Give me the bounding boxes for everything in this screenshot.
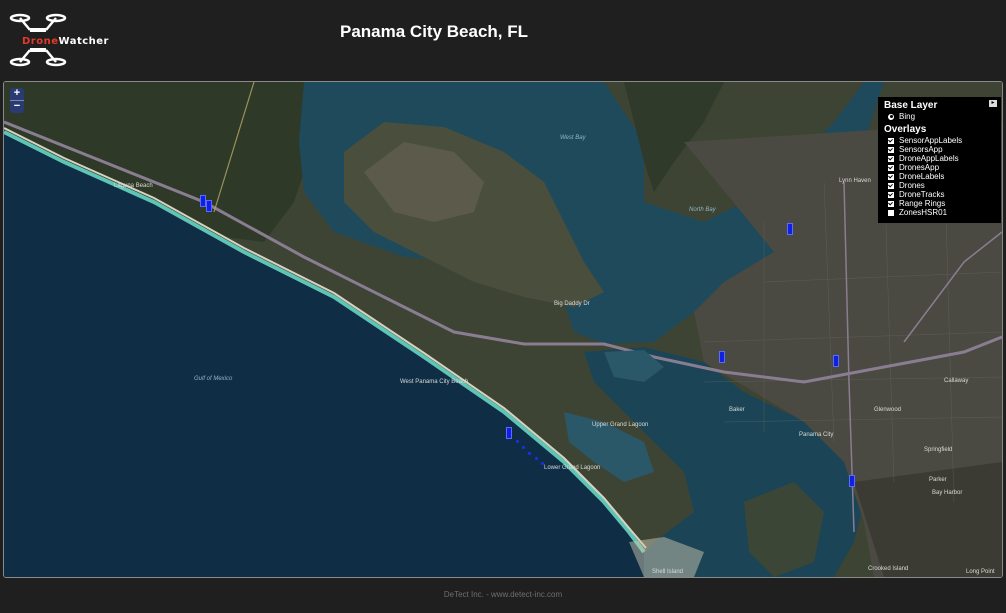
overlay-checkbox[interactable] xyxy=(888,137,894,144)
place-label: Springfield xyxy=(924,447,953,453)
drone-marker[interactable] xyxy=(849,475,855,487)
page-footer: DeTect Inc. - www.detect-inc.com xyxy=(443,590,563,599)
satellite-basemap[interactable] xyxy=(4,82,1002,577)
layer-control-panel: ▸ Base Layer Bing Overlays SensorAppLabe… xyxy=(878,97,1001,223)
page-title: Panama City Beach, FL xyxy=(340,22,529,41)
overlay-label: DronesApp xyxy=(899,163,940,172)
overlay-label: DroneAppLabels xyxy=(899,154,959,163)
place-label: Parker xyxy=(929,477,947,483)
water-label-west-bay: West Bay xyxy=(560,135,586,141)
place-label: Upper Grand Lagoon xyxy=(592,422,649,428)
overlay-option[interactable]: SensorAppLabels xyxy=(884,136,995,145)
overlay-label: ZonesHSR01 xyxy=(899,208,948,217)
base-layer-option-bing[interactable]: Bing xyxy=(884,112,995,121)
overlays-heading: Overlays xyxy=(884,124,927,135)
place-label: Callaway xyxy=(944,378,969,384)
dronewatcher-logo[interactable]: DroneWatcher xyxy=(8,10,120,70)
overlay-label: SensorAppLabels xyxy=(899,136,963,145)
drone-marker[interactable] xyxy=(506,427,512,439)
overlay-label: Drones xyxy=(899,181,925,190)
overlay-label: Range Rings xyxy=(899,199,946,208)
overlay-option[interactable]: SensorsApp xyxy=(884,145,995,154)
app-header: DroneWatcher Panama City Beach, FL xyxy=(0,0,1006,78)
overlay-checkbox[interactable] xyxy=(888,146,894,153)
place-label: Laguna Beach xyxy=(114,183,153,189)
overlay-checkbox[interactable] xyxy=(888,200,894,207)
place-label: Lynn Haven xyxy=(839,178,871,184)
zoom-out-button[interactable]: − xyxy=(10,100,24,113)
overlay-checkbox[interactable] xyxy=(888,209,894,216)
overlay-option[interactable]: DronesApp xyxy=(884,163,995,172)
overlay-option[interactable]: ZonesHSR01 xyxy=(884,208,995,217)
place-label: Glenwood xyxy=(874,407,902,413)
map-view[interactable]: + − West Bay North Bay Gulf of Mexico La… xyxy=(3,81,1003,578)
place-label: Panama City xyxy=(799,432,834,438)
place-label: Bay Harbor xyxy=(932,490,963,496)
overlay-checkbox[interactable] xyxy=(888,191,894,198)
drone-marker[interactable] xyxy=(787,223,793,235)
overlay-option[interactable]: Range Rings xyxy=(884,199,995,208)
radio-button[interactable] xyxy=(888,113,894,120)
base-layer-label: Bing xyxy=(899,112,916,121)
place-label: West Panama City Beach xyxy=(400,379,469,385)
drone-track-point xyxy=(516,440,519,443)
drone-track-point xyxy=(528,452,531,455)
overlay-option[interactable]: DroneTracks xyxy=(884,190,995,199)
overlay-option[interactable]: Drones xyxy=(884,181,995,190)
overlay-label: DroneLabels xyxy=(899,172,945,181)
drone-marker[interactable] xyxy=(719,351,725,363)
water-label-gulf-of-mexico: Gulf of Mexico xyxy=(194,376,233,382)
overlay-label: DroneTracks xyxy=(899,190,945,199)
water-label-north-bay: North Bay xyxy=(689,207,716,213)
zoom-in-button[interactable]: + xyxy=(10,88,24,100)
overlay-checkbox[interactable] xyxy=(888,155,894,162)
drone-marker[interactable] xyxy=(833,355,839,367)
place-label: Big Daddy Dr xyxy=(554,301,590,307)
zoom-control: + − xyxy=(10,88,24,113)
place-label: Shell Island xyxy=(652,569,684,575)
collapse-layers-icon[interactable]: ▸ xyxy=(989,100,997,107)
place-label: Lower Grand Lagoon xyxy=(544,465,601,471)
drone-marker[interactable] xyxy=(206,200,212,212)
overlay-checkbox[interactable] xyxy=(888,182,894,189)
overlay-option[interactable]: DroneLabels xyxy=(884,172,995,181)
overlay-checkbox[interactable] xyxy=(888,173,894,180)
place-label: Long Point xyxy=(966,569,995,575)
place-label: Crooked Island xyxy=(868,566,909,572)
base-layer-heading: Base Layer xyxy=(884,100,938,111)
overlay-checkbox[interactable] xyxy=(888,164,894,171)
drone-track-point xyxy=(522,446,525,449)
drone-track-point xyxy=(541,462,544,465)
drone-track-point xyxy=(535,457,538,460)
overlay-option[interactable]: DroneAppLabels xyxy=(884,154,995,163)
logo-wordmark: DroneWatcher xyxy=(22,36,109,47)
overlay-label: SensorsApp xyxy=(899,145,943,154)
place-label: Baker xyxy=(729,407,745,413)
